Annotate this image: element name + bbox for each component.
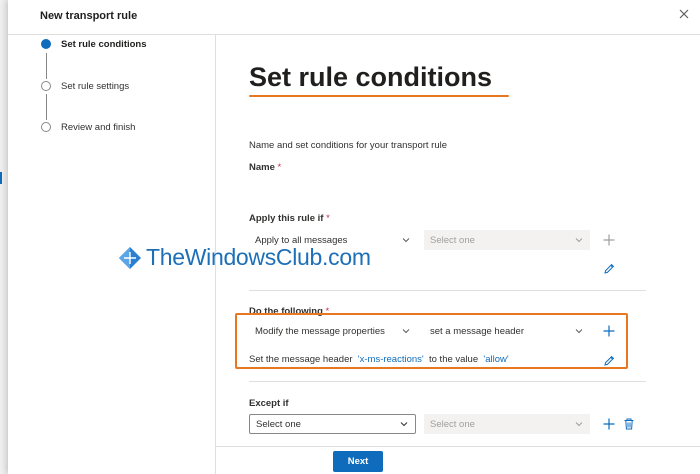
title-underline-annotation bbox=[249, 95, 509, 97]
apply-if-label: Apply this rule if * bbox=[249, 213, 330, 224]
page-subtitle: Name and set conditions for your transpo… bbox=[249, 140, 448, 151]
header-divider bbox=[8, 34, 700, 35]
step-connector bbox=[46, 53, 47, 79]
add-condition-icon[interactable] bbox=[602, 233, 616, 247]
background-nav-indicator bbox=[0, 172, 2, 184]
except-if-dropdown[interactable]: Select one bbox=[249, 414, 416, 434]
apply-if-label-text: Apply this rule if bbox=[249, 213, 324, 224]
chevron-down-icon bbox=[400, 422, 408, 427]
action-highlight-annotation bbox=[235, 313, 628, 369]
step-dot-icon bbox=[41, 122, 51, 132]
step-dot-icon bbox=[41, 81, 51, 91]
apply-if-secondary-placeholder: Select one bbox=[430, 234, 475, 246]
watermark-text: TheWindowsClub.com bbox=[146, 244, 371, 270]
required-marker: * bbox=[326, 213, 330, 224]
chevron-down-icon bbox=[402, 238, 410, 243]
transport-rule-panel: New transport rule Set rule conditions S… bbox=[8, 0, 700, 474]
footer-divider bbox=[216, 446, 700, 447]
except-if-placeholder: Select one bbox=[256, 418, 301, 430]
section-divider bbox=[249, 381, 646, 382]
step-connector bbox=[46, 94, 47, 120]
edit-condition-icon[interactable] bbox=[602, 262, 616, 276]
except-if-secondary-dropdown[interactable]: Select one bbox=[424, 414, 590, 434]
section-divider bbox=[249, 290, 646, 291]
step-active-dot-icon bbox=[41, 39, 51, 49]
next-button[interactable]: Next bbox=[333, 451, 383, 472]
step-label: Set rule conditions bbox=[61, 38, 147, 50]
watermark: TheWindowsClub.com bbox=[117, 244, 371, 271]
required-marker: * bbox=[277, 162, 282, 173]
panel-title: New transport rule bbox=[40, 10, 138, 22]
step-label: Set rule settings bbox=[61, 80, 130, 92]
windows-club-logo-icon bbox=[119, 246, 141, 269]
page-title: Set rule conditions bbox=[249, 62, 493, 92]
step-set-rule-settings[interactable]: Set rule settings bbox=[41, 79, 129, 93]
apply-if-secondary-dropdown[interactable]: Select one bbox=[424, 230, 590, 250]
name-label: Name * bbox=[249, 162, 281, 173]
add-exception-icon[interactable] bbox=[602, 417, 616, 431]
chevron-down-icon bbox=[575, 422, 583, 427]
delete-icon[interactable] bbox=[622, 417, 636, 431]
close-icon[interactable] bbox=[676, 6, 692, 22]
except-if-label: Except if bbox=[249, 398, 289, 409]
chevron-down-icon bbox=[575, 238, 583, 243]
step-set-rule-conditions[interactable]: Set rule conditions bbox=[41, 37, 147, 51]
name-label-text: Name bbox=[249, 162, 275, 173]
except-if-secondary-placeholder: Select one bbox=[430, 418, 475, 430]
step-label: Review and finish bbox=[61, 121, 136, 133]
step-review-and-finish[interactable]: Review and finish bbox=[41, 120, 135, 134]
